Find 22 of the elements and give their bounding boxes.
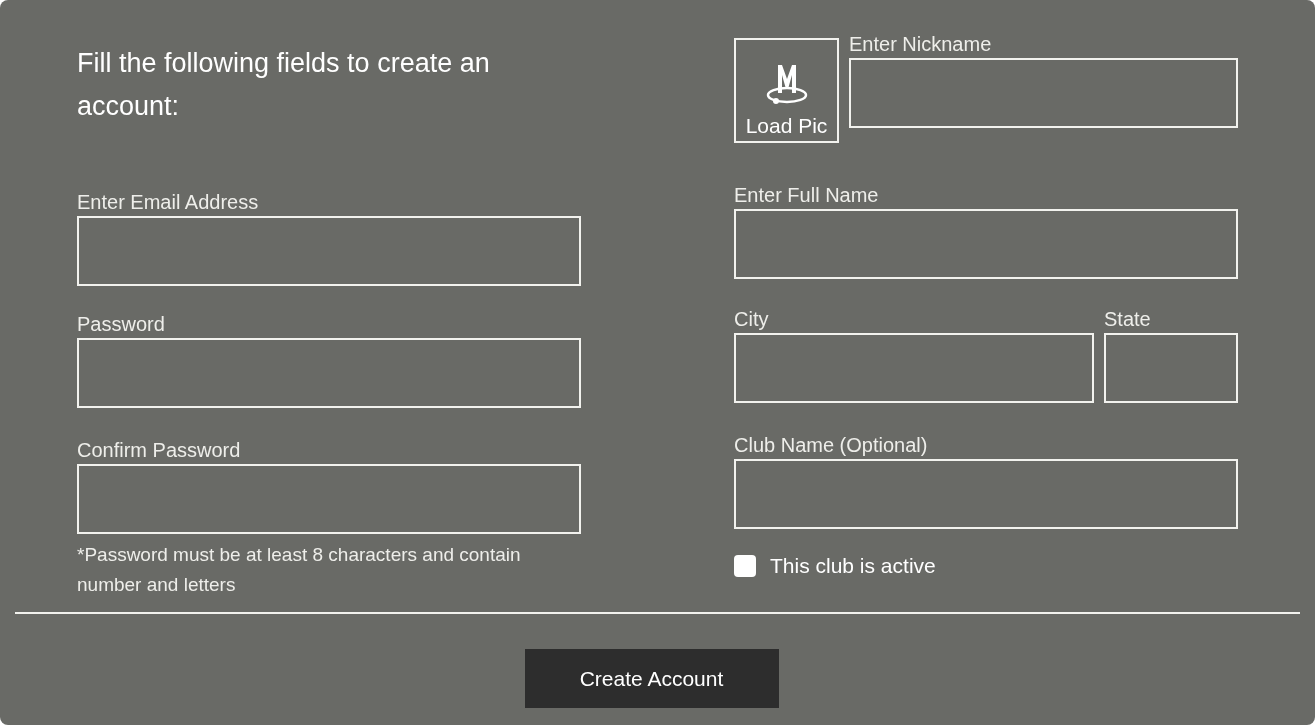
load-picture-button[interactable]: Load Pic xyxy=(734,38,839,143)
password-hint: *Password must be at least 8 characters and contain number and letters xyxy=(77,543,522,597)
field-label: Enter Email Address xyxy=(77,190,260,214)
create-account-button[interactable]: Create Account xyxy=(524,649,779,708)
field-label: Enter Full Name xyxy=(734,183,880,207)
checkbox[interactable] xyxy=(734,555,756,577)
checkbox-label: This club is active xyxy=(770,553,936,579)
field-label: City xyxy=(734,307,770,331)
input-field[interactable] xyxy=(77,464,581,534)
input-field[interactable] xyxy=(734,459,1238,529)
field-label: State xyxy=(1104,307,1152,331)
input-field[interactable] xyxy=(734,209,1238,279)
input-field[interactable] xyxy=(1104,333,1238,403)
field-label: Password xyxy=(77,312,166,336)
input-field[interactable] xyxy=(849,58,1238,128)
input-field[interactable] xyxy=(77,338,581,408)
field-label: Club Name (Optional) xyxy=(734,433,929,457)
form-title: Fill the following fields to create an account: xyxy=(77,47,491,123)
field-label: Enter Nickname xyxy=(849,32,993,56)
input-field[interactable] xyxy=(77,216,581,286)
field-label: Confirm Password xyxy=(77,438,242,462)
input-field[interactable] xyxy=(734,333,1094,403)
